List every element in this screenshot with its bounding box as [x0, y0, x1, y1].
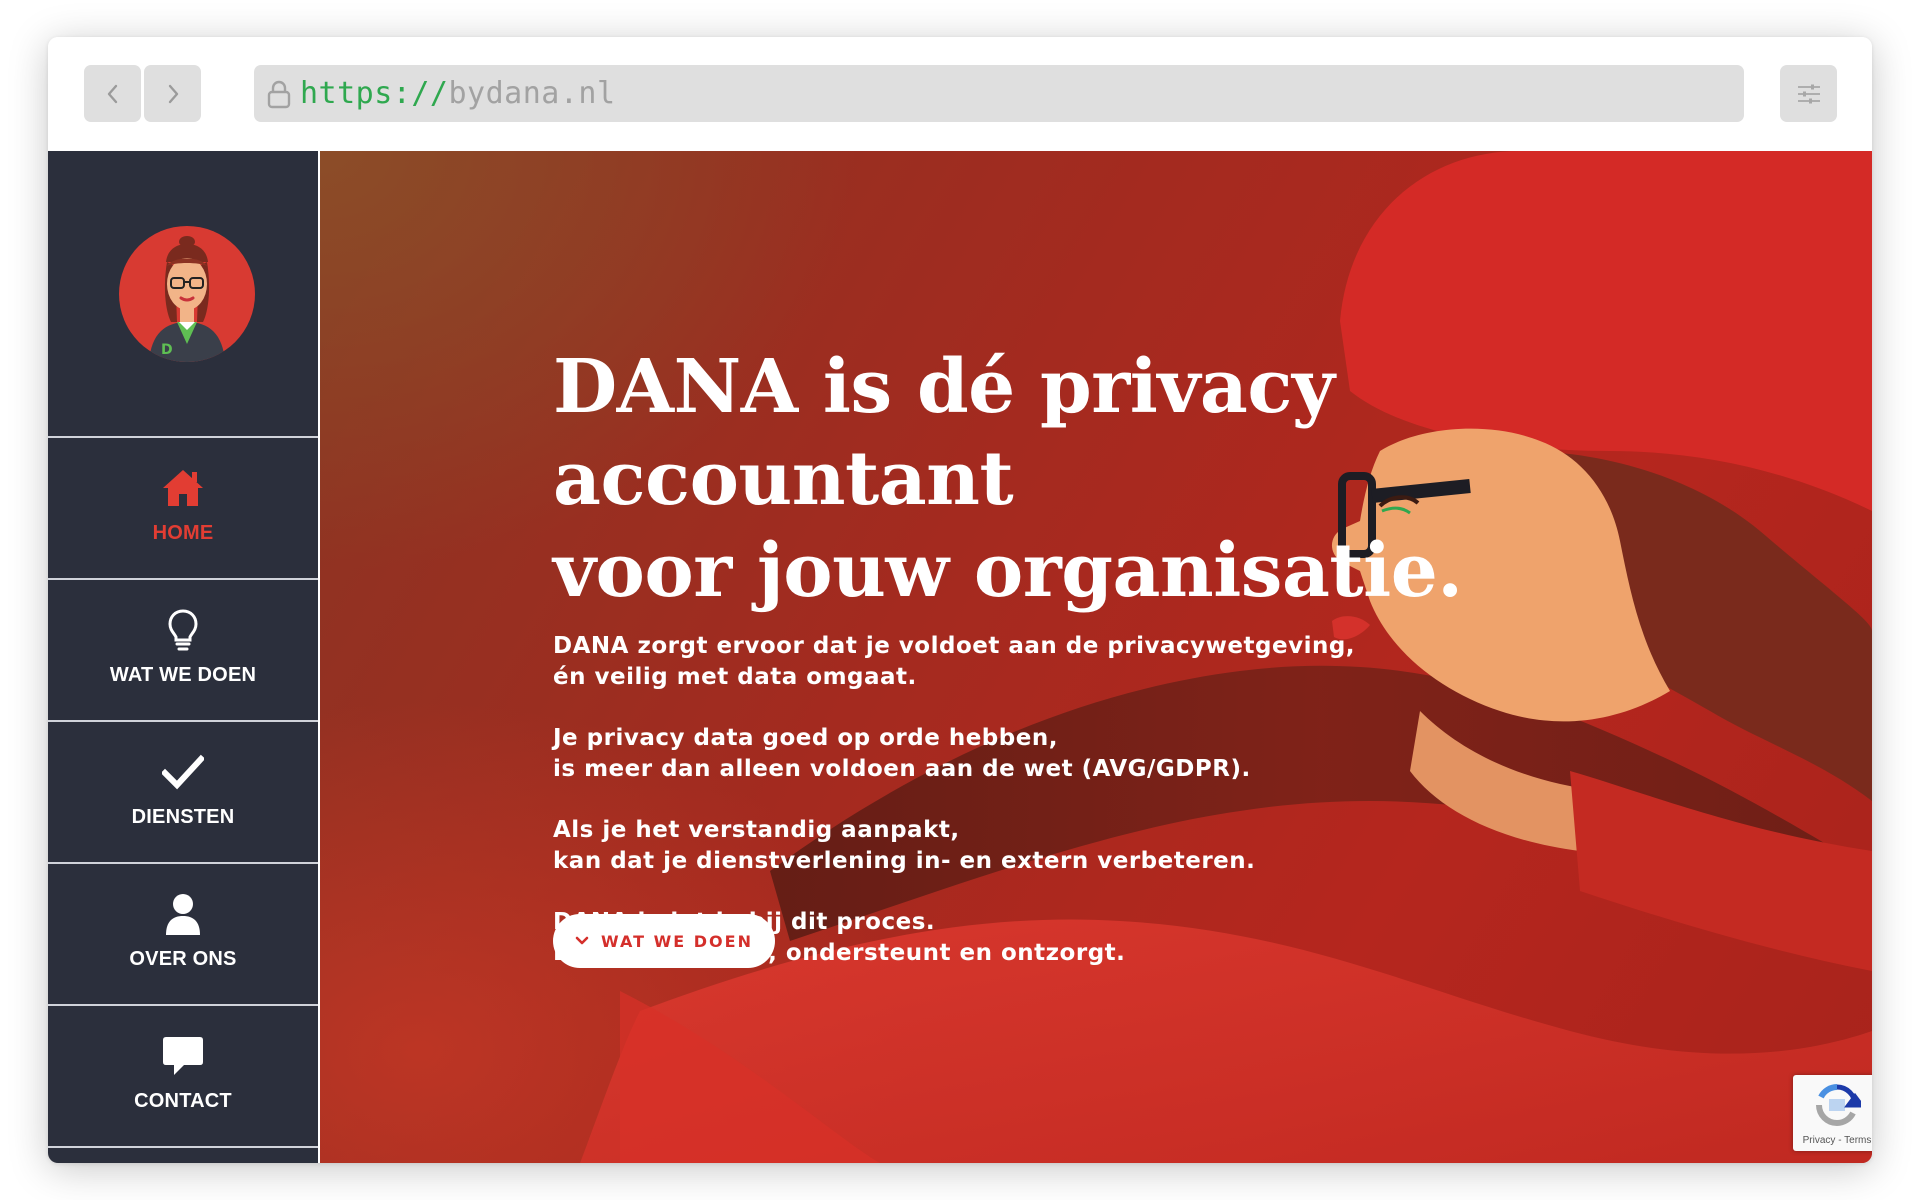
sliders-icon: [1797, 84, 1820, 103]
wat-we-doen-button-label: WAT WE DOEN: [601, 931, 753, 951]
sidebar-nav: D HOME WAT WE DOEN DIENSTEN OVER ONS CON…: [48, 151, 320, 1163]
paragraph-line: én veilig met data omgaat.: [553, 664, 917, 690]
nav-over-ons-label: OVER ONS: [129, 948, 237, 970]
paragraph-line: DANA zorgt ervoor dat je voldoet aan de …: [553, 633, 1356, 659]
logo-area: D: [48, 151, 318, 438]
user-icon: [164, 892, 202, 936]
browser-window: https://bydana.nl D HOME WAT WE DOEN DIE…: [48, 37, 1872, 1163]
url-protocol: https://: [300, 76, 449, 111]
paragraph-line: kan dat je dienstverlening in- en extern…: [553, 848, 1256, 874]
chat-bubble-icon: [162, 1034, 204, 1078]
chevron-left-icon: [107, 84, 117, 103]
url-text: https://bydana.nl: [300, 76, 616, 111]
recaptcha-icon: [1816, 1084, 1861, 1126]
chevron-down-icon: [575, 933, 591, 949]
nav-wat-we-doen[interactable]: WAT WE DOEN: [48, 580, 318, 722]
nav-contact-label: CONTACT: [134, 1090, 232, 1112]
address-bar[interactable]: https://bydana.nl: [254, 65, 1744, 122]
paragraph-line: Als je het verstandig aanpakt,: [553, 817, 960, 843]
nav-diensten[interactable]: DIENSTEN: [48, 722, 318, 864]
logo-avatar[interactable]: D: [119, 226, 255, 362]
lock-icon: [264, 77, 294, 111]
checkmark-icon: [162, 750, 204, 794]
home-icon: [161, 466, 205, 510]
nav-wat-we-doen-label: WAT WE DOEN: [109, 664, 257, 686]
recaptcha-badge[interactable]: Privacy - Terms: [1793, 1075, 1872, 1151]
hero-content: DANA is dé privacy accountant voor jouw …: [553, 341, 1703, 999]
hero-headline: DANA is dé privacy accountant voor jouw …: [553, 341, 1703, 617]
nav-contact[interactable]: CONTACT: [48, 1006, 318, 1148]
nav-home[interactable]: HOME: [48, 438, 318, 580]
lightbulb-icon: [166, 608, 200, 652]
recaptcha-links[interactable]: Privacy - Terms: [1793, 1135, 1872, 1146]
wat-we-doen-button[interactable]: WAT WE DOEN: [553, 914, 775, 968]
nav-diensten-label: DIENSTEN: [131, 806, 235, 828]
url-domain: bydana.nl: [448, 76, 616, 111]
nav-over-ons[interactable]: OVER ONS: [48, 864, 318, 1006]
logo-letter: D: [161, 342, 173, 358]
headline-line-1: DANA is dé privacy accountant: [553, 344, 1335, 522]
hero-paragraph: DANA zorgt ervoor dat je voldoet aan de …: [553, 631, 1703, 693]
browser-toolbar: https://bydana.nl: [48, 37, 1872, 151]
hero-paragraph: Je privacy data goed op orde hebben, is …: [553, 723, 1703, 785]
hero-paragraph: Als je het verstandig aanpakt, kan dat j…: [553, 815, 1703, 877]
back-button[interactable]: [84, 65, 141, 122]
paragraph-line: is meer dan alleen voldoen aan de wet (A…: [553, 756, 1251, 782]
headline-line-2: voor jouw organisatie.: [553, 528, 1463, 614]
hero-section: DANA is dé privacy accountant voor jouw …: [320, 151, 1872, 1163]
nav-home-label: HOME: [152, 522, 214, 544]
forward-button[interactable]: [144, 65, 201, 122]
browser-menu-button[interactable]: [1780, 65, 1837, 122]
chevron-right-icon: [168, 84, 178, 103]
paragraph-line: Je privacy data goed op orde hebben,: [553, 725, 1058, 751]
